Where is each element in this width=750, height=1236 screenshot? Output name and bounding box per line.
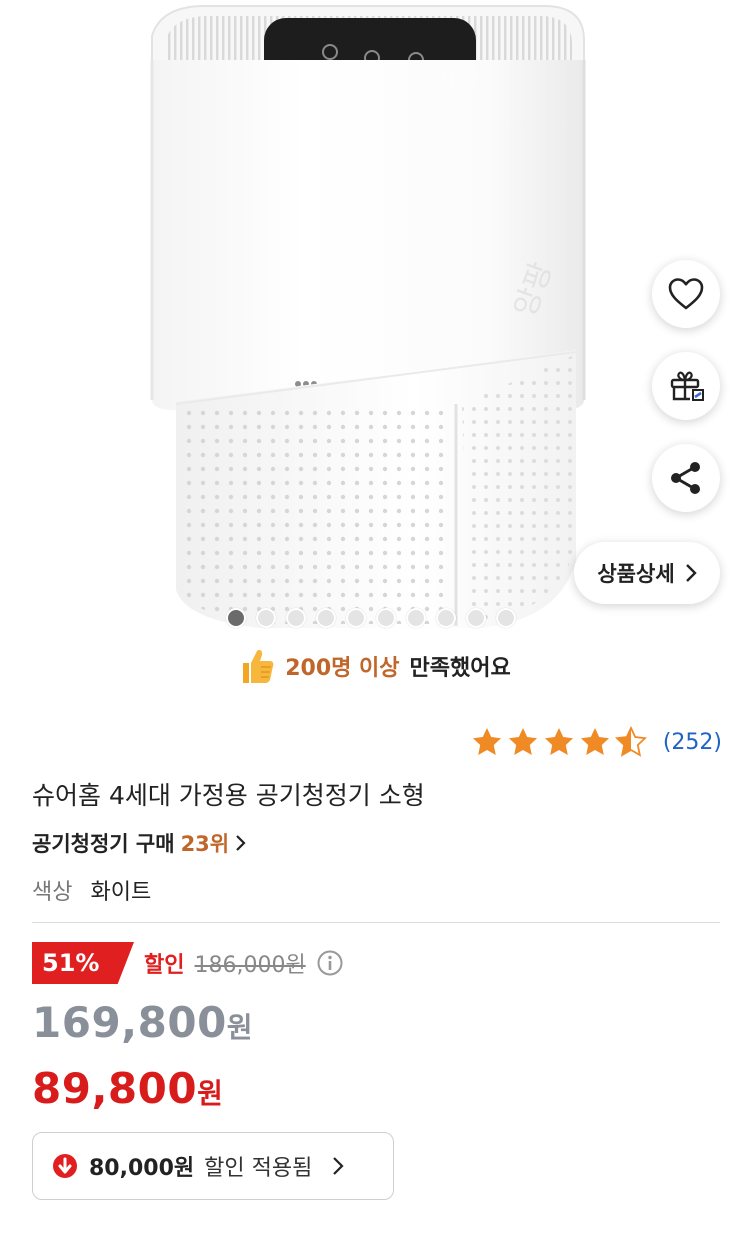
gift-icon — [670, 371, 704, 401]
satisfaction-text: 만족했어요 — [409, 656, 511, 681]
watermark-text: ara — [430, 59, 479, 94]
satisfaction-count: 200명 이상 — [285, 656, 400, 681]
share-icon — [671, 462, 700, 494]
carousel-dot[interactable] — [496, 608, 516, 628]
carousel-dot[interactable] — [346, 608, 366, 628]
star-rating-icon — [472, 727, 646, 756]
product-title: 슈어홈 4세대 가정용 공기청정기 소형 — [32, 781, 425, 810]
chevron-right-icon — [685, 564, 697, 582]
color-option: 색상 화이트 — [32, 874, 151, 906]
carousel-indicator[interactable] — [226, 608, 516, 628]
product-detail-button[interactable]: 상품상세 — [574, 542, 720, 604]
coupon-discount-button[interactable]: 80,000원 할인 적용됨 — [32, 1132, 394, 1200]
review-count[interactable]: (252) — [663, 730, 722, 755]
down-arrow-icon — [53, 1154, 77, 1178]
list-price-unit: 원 — [226, 1011, 254, 1044]
final-price-value: 89,800 — [32, 1064, 198, 1113]
discount-badge: 51% — [32, 942, 134, 984]
coupon-amount: 80,000원 — [89, 1156, 195, 1181]
sale-label: 할인 — [144, 953, 185, 978]
carousel-dot[interactable] — [316, 608, 336, 628]
list-price: 169,800원 — [32, 998, 253, 1047]
chevron-right-icon — [236, 835, 246, 851]
thumbs-up-icon — [243, 650, 274, 683]
carousel-dot[interactable] — [376, 608, 396, 628]
product-image[interactable]: ara 앙팡 상품상세 — [0, 0, 750, 636]
review-rating[interactable]: (252) — [471, 726, 722, 758]
carousel-dot[interactable] — [256, 608, 276, 628]
original-price: 186,000원 — [194, 953, 306, 978]
carousel-dot[interactable] — [226, 608, 246, 628]
divider — [32, 922, 720, 923]
list-price-value: 169,800 — [32, 998, 227, 1047]
info-icon[interactable] — [316, 949, 344, 977]
rank-prefix: 공기청정기 구매 — [32, 832, 175, 856]
wishlist-button[interactable] — [652, 260, 720, 328]
final-price-unit: 원 — [197, 1077, 224, 1110]
rank-value: 23위 — [180, 832, 230, 856]
chevron-right-icon — [333, 1157, 344, 1175]
coupon-text: 할인 적용됨 — [204, 1156, 313, 1181]
discount-row: 51% 할인 186,000원 — [32, 942, 344, 984]
carousel-dot[interactable] — [286, 608, 306, 628]
air-purifier-image: ara 앙팡 — [150, 5, 586, 628]
carousel-dot[interactable] — [436, 608, 456, 628]
gift-button[interactable] — [652, 352, 720, 420]
satisfaction-banner: 200명 이상 만족했어요 — [0, 640, 750, 692]
carousel-dot[interactable] — [466, 608, 486, 628]
category-rank-link[interactable]: 공기청정기 구매 23위 — [32, 828, 246, 858]
option-label: 색상 — [32, 880, 73, 905]
option-value: 화이트 — [90, 880, 152, 905]
heart-icon — [668, 278, 704, 310]
final-price: 89,800원 — [32, 1064, 223, 1113]
share-button[interactable] — [652, 444, 720, 512]
carousel-dot[interactable] — [406, 608, 426, 628]
product-detail-label: 상품상세 — [597, 562, 675, 586]
